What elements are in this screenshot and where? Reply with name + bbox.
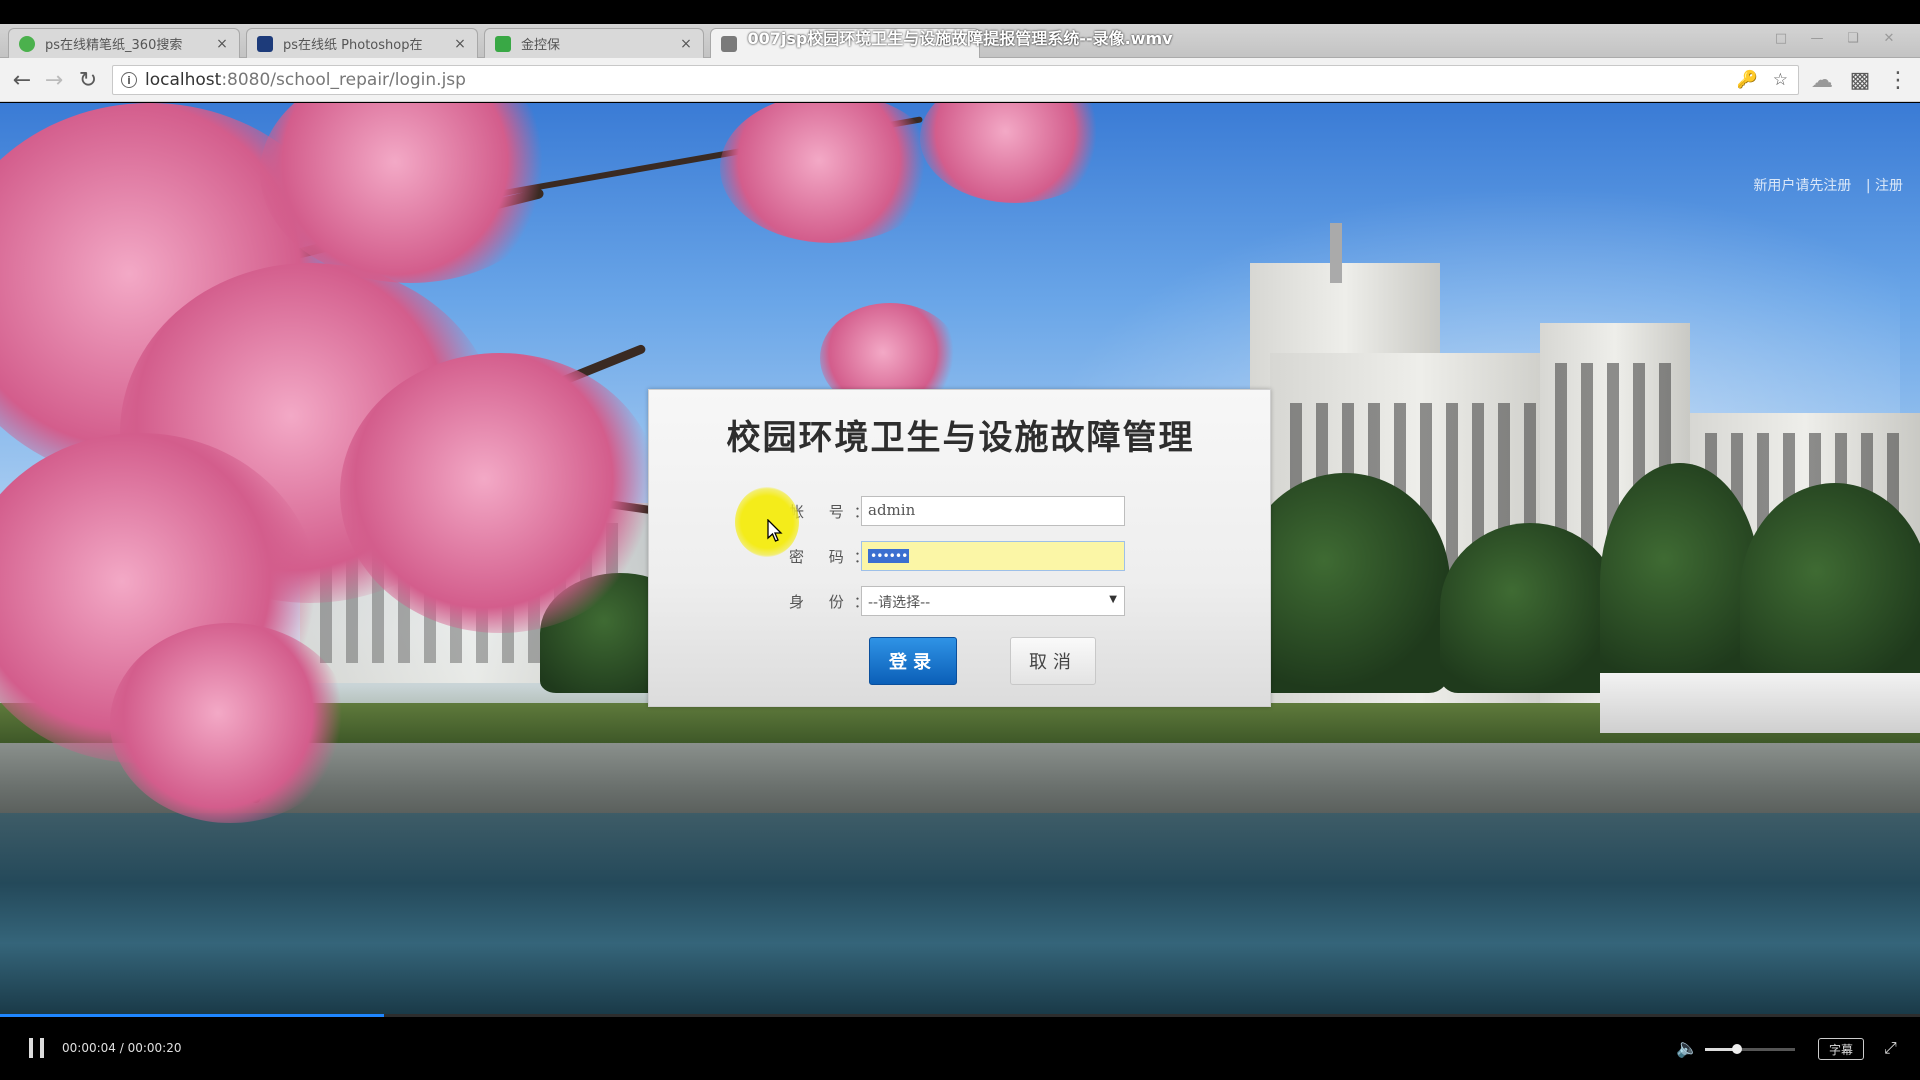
login-panel: 校园环境卫生与设施故障管理 帐 号： admin 密 码： •••••• 身 份… <box>648 389 1271 707</box>
star-icon[interactable]: ☆ <box>1773 70 1788 90</box>
user-icon[interactable]: □ <box>1766 28 1796 48</box>
volume-knob[interactable] <box>1731 1044 1742 1054</box>
player-controls: 00:00:04 / 00:00:20 🔈 字幕 ⤢ <box>0 1014 1920 1080</box>
exit-fullscreen-icon[interactable]: ⤢ <box>1884 1038 1904 1058</box>
menu-icon[interactable]: ⋮ <box>1884 66 1912 94</box>
playback-time: 00:00:04 / 00:00:20 <box>62 1041 182 1055</box>
role-label: 身 份： <box>789 592 879 611</box>
volume-slider[interactable] <box>1705 1044 1795 1054</box>
page-icon <box>721 35 737 52</box>
browser-tab-bar: ps在线精笔纸_360搜索 × ps在线纸 Photoshop在 × 金控保 ×… <box>0 24 1920 58</box>
address-bar[interactable]: i localhost:8080/school_repair/login.jsp… <box>112 65 1799 95</box>
password-row: 密 码： •••••• <box>789 541 1125 571</box>
360-logo-icon <box>19 35 35 52</box>
close-icon[interactable]: × <box>215 36 229 52</box>
extension-icon-2[interactable]: ▩ <box>1846 66 1874 94</box>
login-button[interactable]: 登录 <box>869 637 957 685</box>
pause-icon <box>40 1038 44 1058</box>
role-selected-value: --请选择-- <box>868 595 931 611</box>
role-select[interactable]: --请选择-- ▼ <box>861 586 1125 616</box>
key-icon[interactable]: 🔑 <box>1737 70 1758 90</box>
close-icon[interactable]: × <box>679 36 693 52</box>
page-viewport: 新用户请先注册 | 注册 校园环境卫生与设施故障管理 帐 号： admin 密 … <box>0 103 1920 1014</box>
login-title: 校园环境卫生与设施故障管理 <box>726 418 1195 458</box>
pause-icon <box>29 1038 33 1058</box>
password-masked-value: •••••• <box>868 549 910 563</box>
account-row: 帐 号： admin <box>789 496 1125 526</box>
maximize-icon[interactable]: ❑ <box>1838 28 1868 48</box>
tab-label: ps在线精笔纸_360搜索 <box>45 38 183 53</box>
video-player: 007jsp校园环境卫生与设施故障提报管理系统--录像.wmv ps在线精笔纸_… <box>0 0 1920 1080</box>
password-label: 密 码： <box>789 547 879 566</box>
photoshop-logo-icon <box>257 35 273 52</box>
leaf-logo-icon <box>495 35 511 52</box>
progress-bar[interactable] <box>0 1014 1920 1017</box>
forward-arrow-icon[interactable]: → <box>40 66 68 94</box>
tab-label: 金控保 <box>521 38 561 53</box>
password-input[interactable]: •••••• <box>861 541 1125 571</box>
volume-icon[interactable]: 🔈 <box>1676 1038 1698 1059</box>
register-hint: 新用户请先注册 <box>1753 178 1852 194</box>
url-path: :8080/school_repair/login.jsp <box>221 70 466 90</box>
back-arrow-icon[interactable]: ← <box>8 66 36 94</box>
progress-fill <box>0 1014 384 1017</box>
reload-icon[interactable]: ↻ <box>74 66 102 94</box>
browser-toolbar: ← → ↻ i localhost:8080/school_repair/log… <box>0 58 1920 102</box>
pause-button[interactable] <box>27 1038 47 1060</box>
tab-360-search[interactable]: ps在线精笔纸_360搜索 × <box>8 28 240 58</box>
url-host: localhost <box>145 70 222 90</box>
register-link[interactable]: | 注册 <box>1866 178 1903 194</box>
tab-photoshop[interactable]: ps在线纸 Photoshop在 × <box>246 28 478 58</box>
role-row: 身 份： --请选择-- ▼ <box>789 586 1125 616</box>
close-icon[interactable]: × <box>453 36 467 52</box>
register-links: 新用户请先注册 | 注册 <box>1743 175 1903 195</box>
subtitle-button[interactable]: 字幕 <box>1818 1038 1864 1060</box>
tab-login-page[interactable] <box>710 28 980 58</box>
dropdown-caret-icon: ▼ <box>1109 594 1117 605</box>
tab-jinkongbao[interactable]: 金控保 × <box>484 28 704 58</box>
cancel-button[interactable]: 取消 <box>1010 637 1096 685</box>
minimize-icon[interactable]: — <box>1802 28 1832 48</box>
info-icon[interactable]: i <box>121 72 137 88</box>
mouse-cursor-icon <box>767 519 783 542</box>
account-input[interactable]: admin <box>861 496 1125 526</box>
extension-icon[interactable]: ☁ <box>1808 66 1836 94</box>
tab-label: ps在线纸 Photoshop在 <box>283 38 423 53</box>
window-close-icon[interactable]: ✕ <box>1874 28 1904 48</box>
